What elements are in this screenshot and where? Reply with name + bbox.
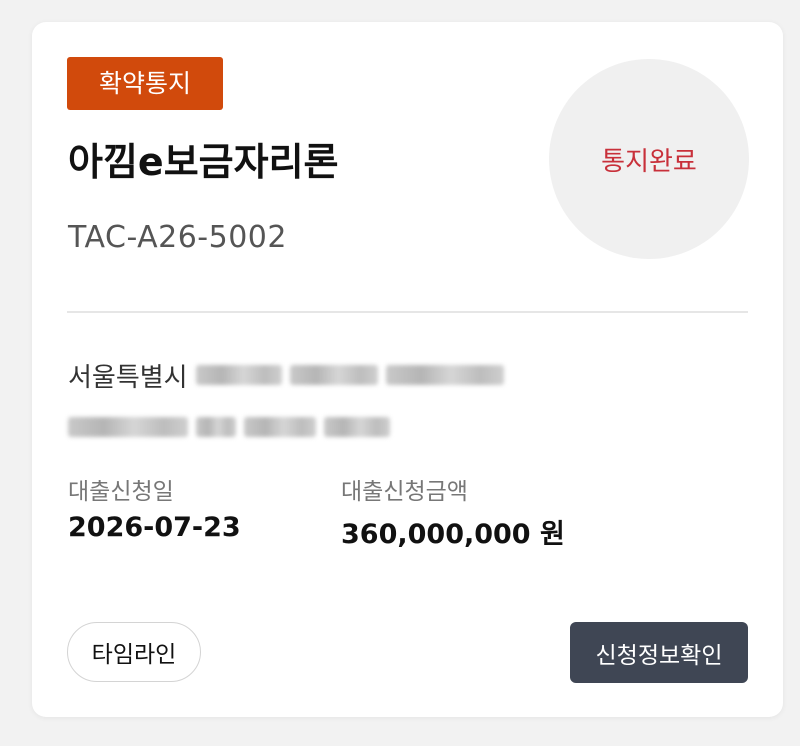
product-name: 아낌e보금자리론 <box>68 140 339 184</box>
redacted-text <box>324 417 390 437</box>
redacted-text <box>385 365 504 385</box>
redacted-text <box>289 365 378 385</box>
apply-date-value: 2026-07-23 <box>68 512 241 543</box>
redacted-text <box>195 365 282 385</box>
notice-type-badge: 확약통지 <box>67 57 223 110</box>
contract-id: TAC-A26-5002 <box>68 220 287 255</box>
timeline-button[interactable]: 타임라인 <box>67 622 201 682</box>
loan-notice-card: 확약통지 아낌e보금자리론 TAC-A26-5002 통지완료 서울특별시 대출… <box>32 22 783 717</box>
loan-amount-value: 360,000,000 원 <box>341 519 565 550</box>
address-city: 서울특별시 <box>68 362 188 393</box>
redacted-text <box>244 417 316 437</box>
address-block: 서울특별시 <box>68 352 588 450</box>
status-label: 통지완료 <box>601 146 697 177</box>
redacted-text <box>68 417 188 437</box>
view-application-info-button[interactable]: 신청정보확인 <box>570 622 748 683</box>
apply-date-label: 대출신청일 <box>68 479 174 505</box>
divider <box>67 311 748 313</box>
status-indicator: 통지완료 <box>549 59 749 259</box>
redacted-text <box>196 417 236 437</box>
loan-amount-label: 대출신청금액 <box>341 479 468 505</box>
